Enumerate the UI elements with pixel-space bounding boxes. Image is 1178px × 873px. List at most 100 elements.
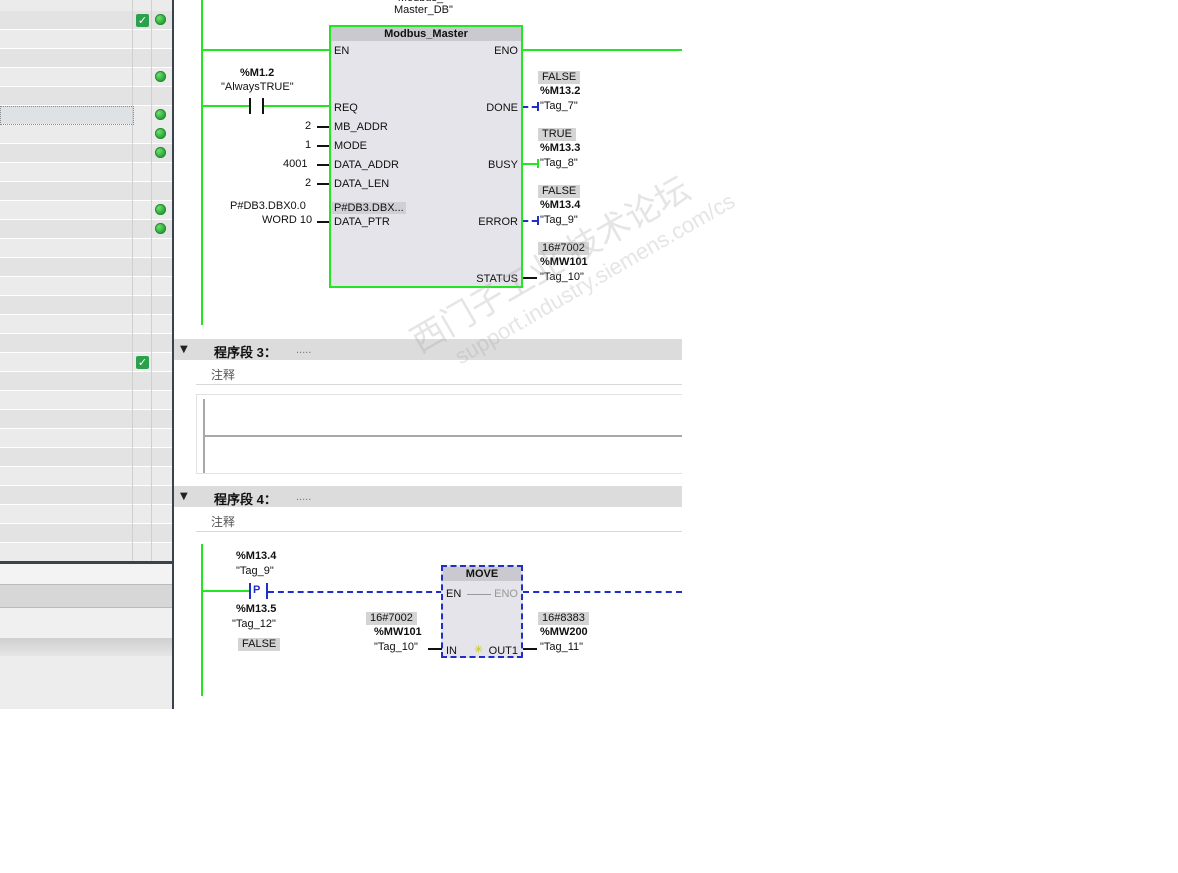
tree-row[interactable] <box>0 201 172 220</box>
en-wire <box>201 49 330 51</box>
column-divider <box>151 0 152 562</box>
online-status-icon <box>155 223 166 234</box>
edge-memory-tag[interactable]: "Tag_12" <box>232 618 276 630</box>
tree-row-selected[interactable] <box>0 106 134 125</box>
data-len-value[interactable]: 2 <box>305 177 311 189</box>
tree-row[interactable] <box>0 144 172 163</box>
req-wire-left <box>201 105 249 107</box>
block-title: Modbus_Master <box>331 27 521 41</box>
network-3-header[interactable]: ▼ 程序段 3： ..... <box>174 339 682 360</box>
checkmark-icon: ✓ <box>136 356 149 369</box>
network-3-comment[interactable]: 注释 <box>196 363 682 385</box>
tree-row[interactable] <box>0 220 172 239</box>
data-ptr-length[interactable]: WORD 10 <box>262 214 312 226</box>
move-pin-out1: OUT1 <box>488 645 518 657</box>
instance-db-name: Master_DB" <box>394 4 453 16</box>
details-scrollbar[interactable] <box>0 638 172 656</box>
p-contact-tag[interactable]: "Tag_9" <box>236 565 274 577</box>
tree-row[interactable] <box>0 182 172 201</box>
out-address: %MW200 <box>540 626 588 638</box>
tree-row[interactable] <box>0 524 172 543</box>
move-block[interactable]: MOVE EN ENO IN ✳ OUT1 <box>441 565 523 658</box>
tree-row[interactable] <box>0 448 172 467</box>
tree-row[interactable] <box>0 239 172 258</box>
network-comment-placeholder[interactable]: ..... <box>296 491 311 503</box>
move-eno-wire <box>523 591 682 593</box>
online-status-icon <box>155 71 166 82</box>
mode-value[interactable]: 1 <box>305 139 311 151</box>
status-tag[interactable]: "Tag_10" <box>540 271 584 283</box>
tree-row[interactable] <box>0 486 172 505</box>
collapse-icon[interactable]: ▼ <box>180 344 188 355</box>
network-title: 程序段 3： <box>214 345 277 360</box>
collapse-icon[interactable]: ▼ <box>180 491 188 502</box>
p-contact-input-wire <box>201 590 249 592</box>
error-tag[interactable]: "Tag_9" <box>540 214 578 226</box>
eno-wire <box>523 49 682 51</box>
online-status-icon <box>155 109 166 120</box>
tree-row[interactable] <box>0 467 172 486</box>
tree-row[interactable] <box>0 87 172 106</box>
network-3-body[interactable] <box>196 394 682 474</box>
online-status-icon <box>155 128 166 139</box>
tree-row[interactable] <box>0 163 172 182</box>
network-4-header[interactable]: ▼ 程序段 4： ..... <box>174 486 682 507</box>
tree-row[interactable] <box>0 68 172 87</box>
edge-memory-address: %M13.5 <box>236 603 277 615</box>
move-en-wire <box>268 591 442 593</box>
p-contact-address: %M13.4 <box>236 550 277 562</box>
pin-busy: BUSY <box>488 159 518 171</box>
tree-row[interactable] <box>0 334 172 353</box>
tree-row[interactable] <box>0 315 172 334</box>
data-addr-value[interactable]: 4001 <box>283 158 307 170</box>
online-status-icon <box>155 204 166 215</box>
pin-data-ptr-value: P#DB3.DBX... <box>332 202 406 214</box>
req-contact-tag[interactable]: "AlwaysTRUE" <box>221 81 294 93</box>
details-header[interactable] <box>0 584 172 608</box>
in-tag[interactable]: "Tag_10" <box>374 641 418 653</box>
move-title: MOVE <box>443 567 521 581</box>
tree-row[interactable] <box>0 30 172 49</box>
tree-row[interactable] <box>0 505 172 524</box>
tree-row[interactable] <box>0 543 172 562</box>
in-wire <box>428 648 442 650</box>
busy-tag[interactable]: "Tag_8" <box>540 157 578 169</box>
status-address: %MW101 <box>540 256 588 268</box>
data-ptr-value[interactable]: P#DB3.DBX0.0 <box>230 200 306 212</box>
error-address: %M13.4 <box>540 199 581 211</box>
tree-row[interactable] <box>0 258 172 277</box>
checkmark-icon: ✓ <box>136 14 149 27</box>
tree-row[interactable] <box>0 372 172 391</box>
network-title: 程序段 4： <box>214 492 277 507</box>
p-contact-left-bar <box>249 583 251 599</box>
tree-row[interactable] <box>0 49 172 68</box>
done-tag[interactable]: "Tag_7" <box>540 100 578 112</box>
pin-status: STATUS <box>476 273 518 285</box>
pin-done: DONE <box>486 102 518 114</box>
modbus-master-block[interactable]: Modbus_Master EN REQ MB_ADDR MODE DATA_A… <box>329 25 523 288</box>
done-wire <box>523 106 537 108</box>
online-status-icon <box>155 147 166 158</box>
status-wire <box>523 277 537 279</box>
ladder-editor: "Modbus_ Master_DB" %M1.2 "AlwaysTRUE" M… <box>174 0 682 709</box>
move-pin-in: IN <box>446 645 457 657</box>
pin-data-ptr: DATA_PTR <box>334 216 390 228</box>
tree-row[interactable] <box>0 125 172 144</box>
tree-row[interactable] <box>0 296 172 315</box>
network-comment-placeholder[interactable]: ..... <box>296 344 311 356</box>
empty-rung <box>205 435 682 437</box>
mb-addr-value[interactable]: 2 <box>305 120 311 132</box>
pin-req: REQ <box>334 102 358 114</box>
tree-row[interactable] <box>0 429 172 448</box>
tree-row[interactable] <box>0 277 172 296</box>
in-address: %MW101 <box>374 626 422 638</box>
tree-row[interactable] <box>0 410 172 429</box>
tree-row[interactable] <box>0 391 172 410</box>
out-wire <box>523 648 537 650</box>
en-eno-link <box>467 594 491 595</box>
add-output-icon[interactable]: ✳ <box>474 643 483 656</box>
comment-label: 注释 <box>211 368 236 382</box>
pin-mb-addr: MB_ADDR <box>334 121 388 133</box>
out-tag[interactable]: "Tag_11" <box>540 641 583 653</box>
network-4-comment[interactable]: 注释 <box>196 510 682 532</box>
